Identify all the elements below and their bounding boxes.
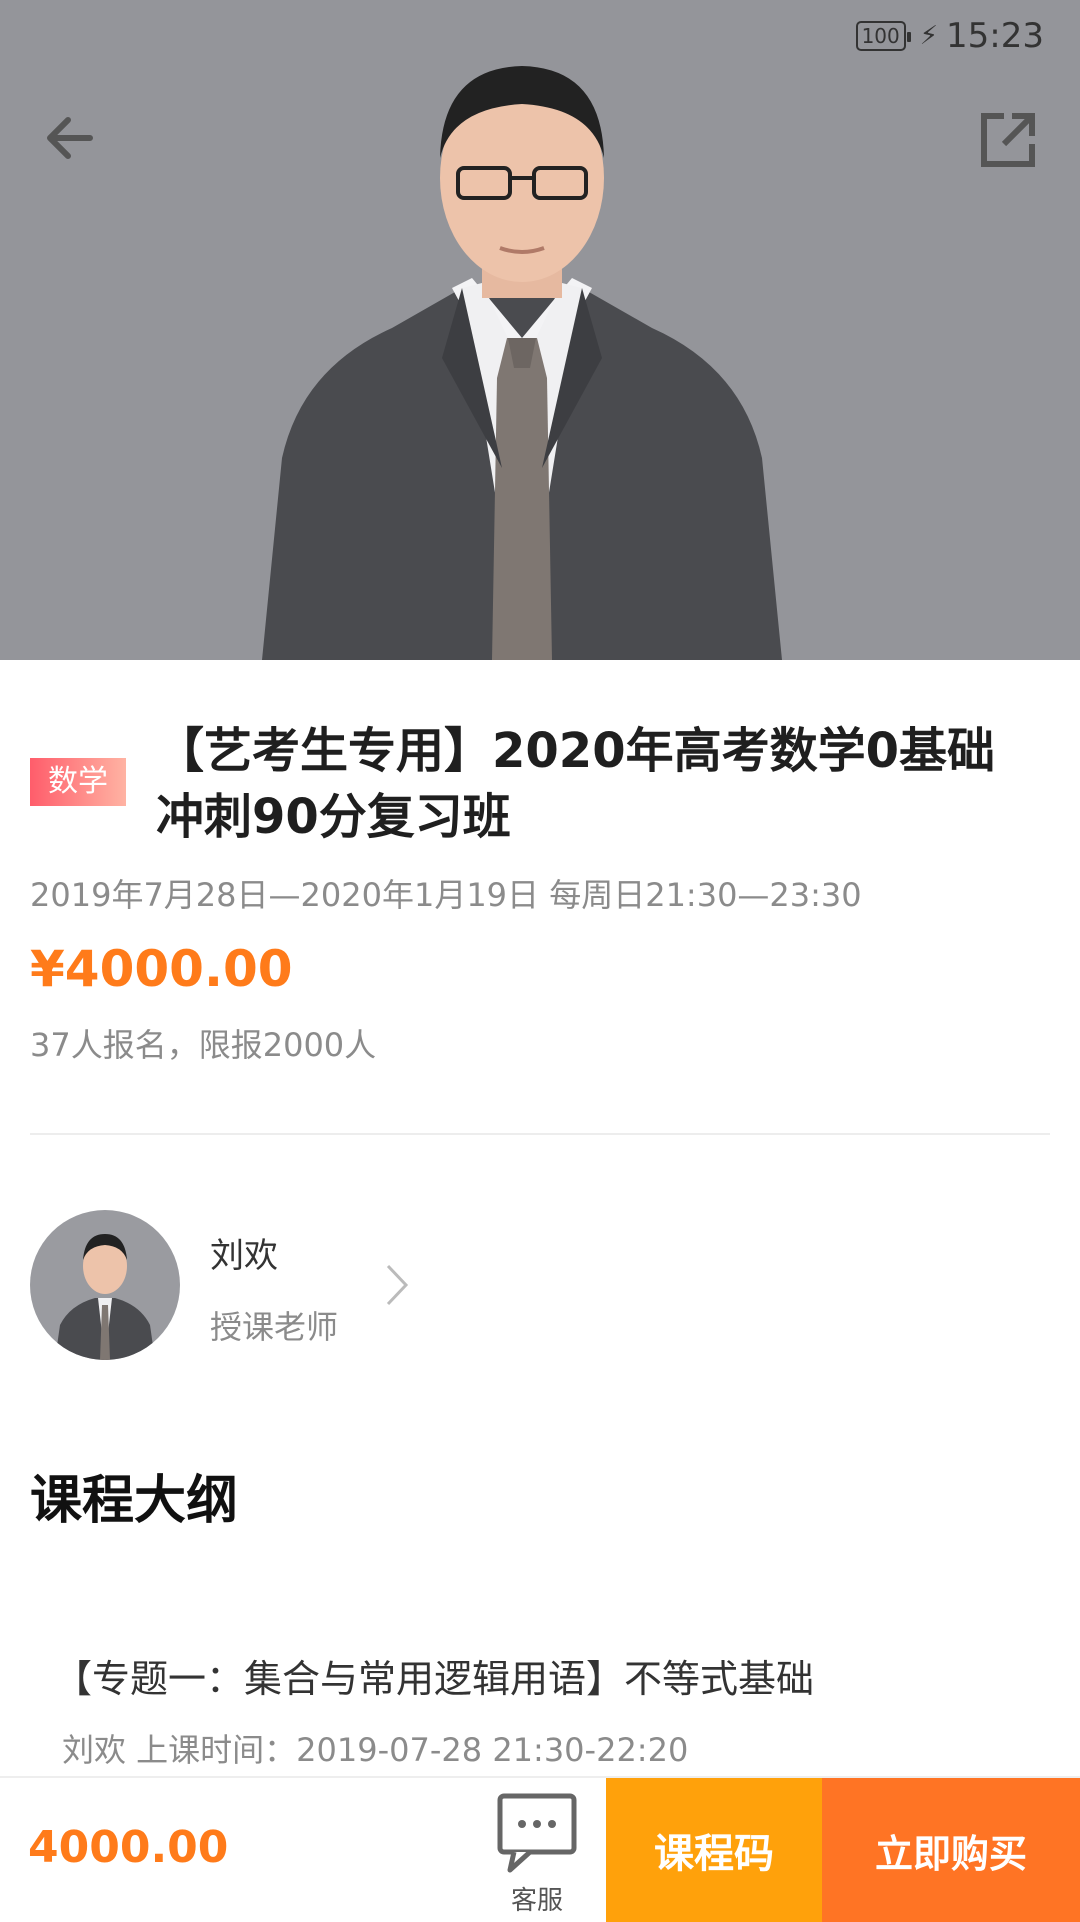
title-row: 数学 【艺考生专用】2020年高考数学0基础冲刺90分复习班 <box>30 718 1050 850</box>
bottom-price: 4000.00 <box>28 1822 229 1873</box>
charging-icon: ⚡ <box>919 21 939 51</box>
bottom-action-bar: 4000.00 客服 课程码 立即购买 <box>0 1776 1080 1922</box>
share-external-icon[interactable] <box>976 108 1040 172</box>
divider <box>30 1133 1050 1135</box>
teacher-name: 刘欢 <box>210 1236 278 1276</box>
lesson-title: 【专题一：集合与常用逻辑用语】不等式基础 <box>54 1657 815 1701</box>
course-title: 【艺考生专用】2020年高考数学0基础冲刺90分复习班 <box>156 723 995 845</box>
chat-bubble-icon <box>497 1793 577 1873</box>
subject-tag: 数学 <box>30 758 126 806</box>
chevron-right-icon <box>386 1264 409 1306</box>
teacher-profile-link[interactable]: 刘欢 授课老师 <box>30 1210 430 1360</box>
teacher-photo <box>262 66 782 660</box>
list-item[interactable]: 【专题一：集合与常用逻辑用语】不等式基础 刘欢 上课时间：2019-07-28 … <box>54 1648 1022 1771</box>
battery-icon: 100 <box>855 21 911 51</box>
course-schedule: 2019年7月28日—2020年1月19日 每周日21:30—23:30 <box>30 876 862 914</box>
arrow-left-icon[interactable] <box>40 108 100 168</box>
customer-service-label: 客服 <box>510 1886 563 1916</box>
course-info: 数学 【艺考生专用】2020年高考数学0基础冲刺90分复习班 2019年7月28… <box>30 718 1050 1066</box>
status-bar: 100 ⚡ 15:23 <box>855 16 1044 56</box>
enrollment-count: 37人报名，限报2000人 <box>30 1026 377 1064</box>
buy-now-button[interactable]: 立即购买 <box>822 1778 1080 1922</box>
customer-service-button[interactable]: 客服 <box>480 1790 594 1916</box>
course-price: ¥4000.00 <box>30 940 293 998</box>
lesson-meta: 刘欢 上课时间：2019-07-28 21:30-22:20 <box>62 1731 689 1769</box>
outline-heading: 课程大纲 <box>30 1471 239 1531</box>
status-time: 15:23 <box>946 16 1044 56</box>
avatar <box>30 1210 180 1360</box>
hero-banner: 100 ⚡ 15:23 <box>0 0 1080 660</box>
teacher-role: 授课老师 <box>210 1308 339 1346</box>
course-code-button[interactable]: 课程码 <box>606 1778 822 1922</box>
